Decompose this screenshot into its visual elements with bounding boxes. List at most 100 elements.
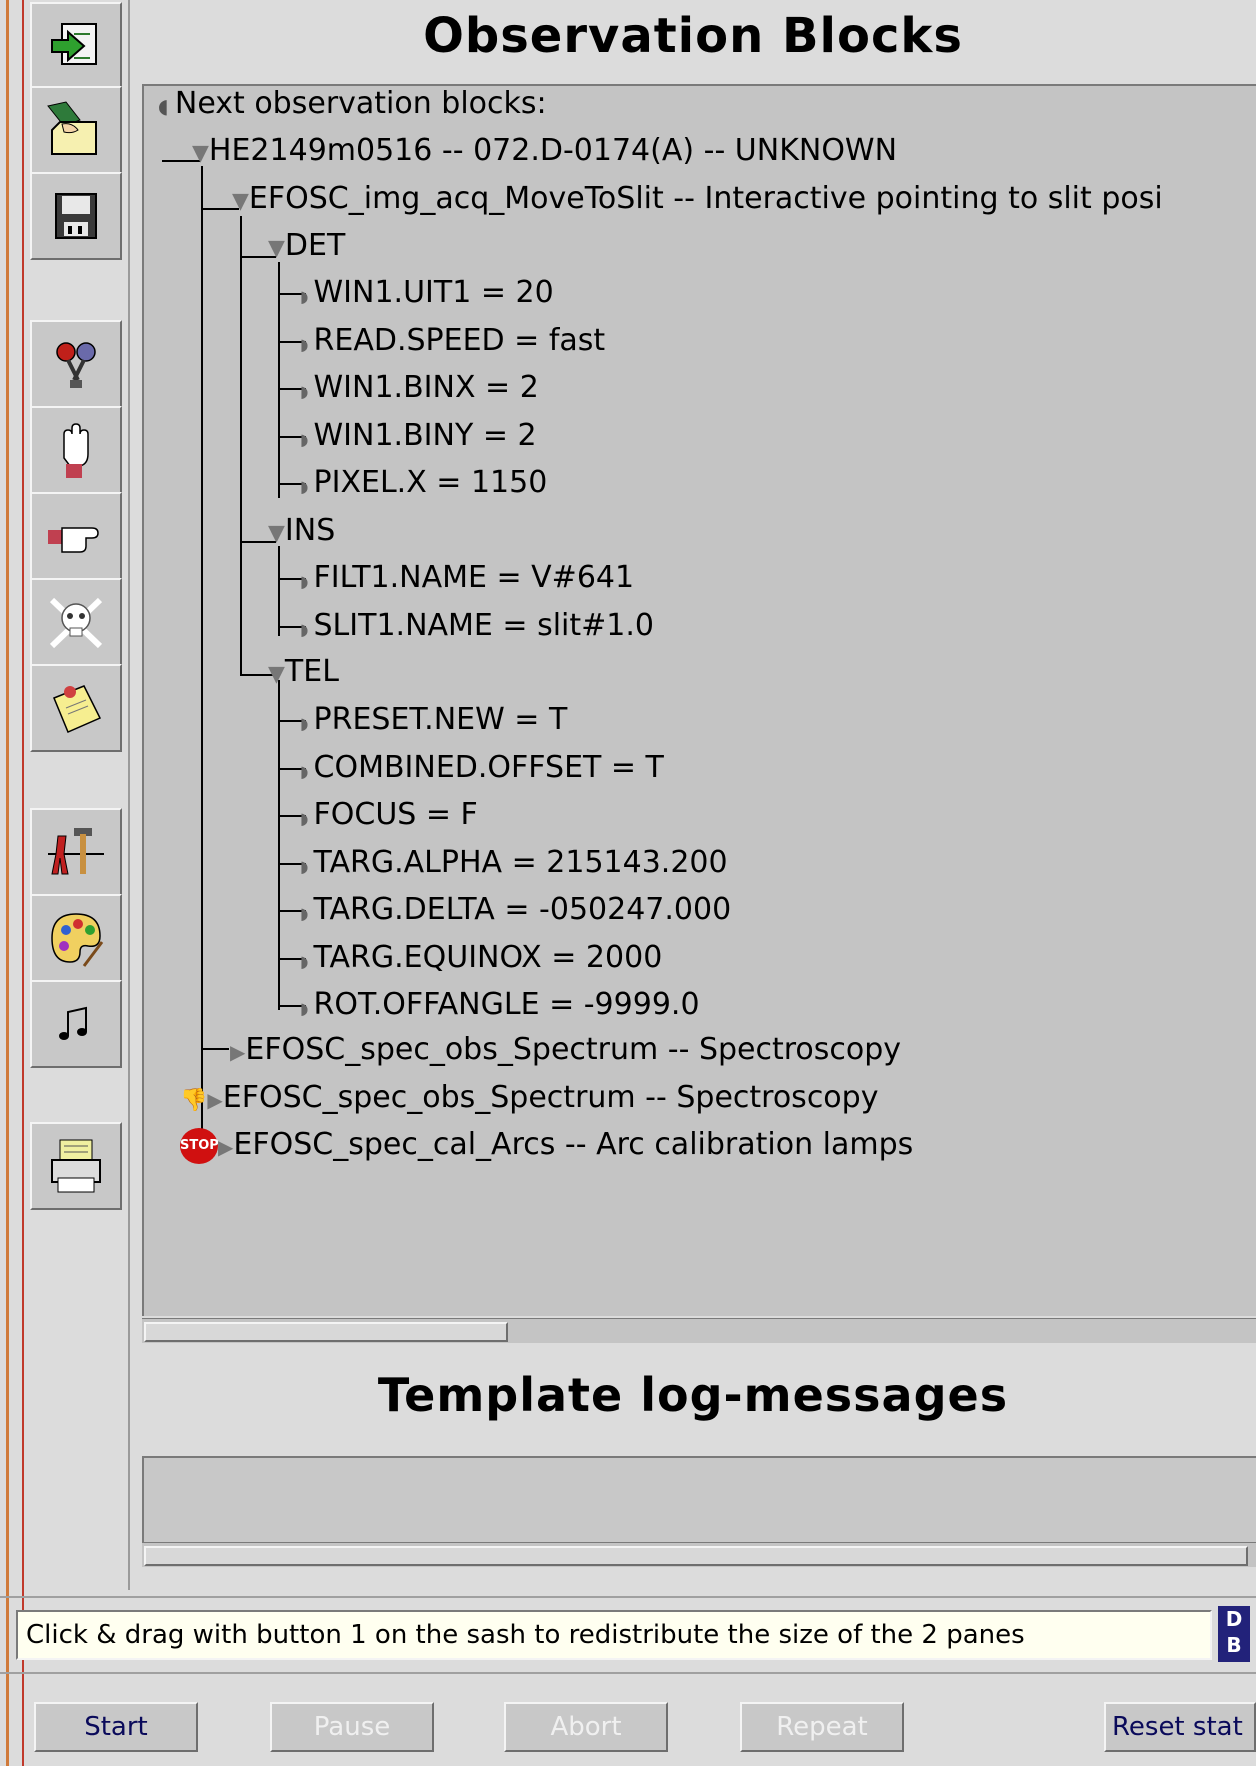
observation-blocks-title: Observation Blocks <box>423 8 963 64</box>
print-button[interactable] <box>30 1122 122 1210</box>
window-left-stripe <box>6 0 9 1766</box>
music-button[interactable] <box>30 980 122 1068</box>
det-param-item[interactable]: ◗ PIXEL.X = 1150 <box>300 465 547 505</box>
toolbar-gap <box>30 262 122 322</box>
root-bullet-icon: ◖ <box>158 94 175 118</box>
tel-param-item[interactable]: ◗ COMBINED.OFFSET = T <box>300 750 664 790</box>
raised-hand-icon <box>63 423 89 478</box>
leaf-bullet-icon: ◗ <box>300 619 314 639</box>
det-param-item[interactable]: ◗ READ.SPEED = fast <box>300 323 605 363</box>
music-note-icon <box>59 1006 87 1040</box>
leaf-bullet-icon: ◗ <box>300 761 314 781</box>
leaf-bullet-icon: ◗ <box>300 572 314 591</box>
save-button[interactable] <box>30 172 122 260</box>
microphones-button[interactable] <box>30 320 122 408</box>
abort-button[interactable]: Abort <box>504 1702 668 1752</box>
toolbar-gap <box>30 752 122 812</box>
collapsed-triangle-icon: ▶ <box>230 1040 246 1064</box>
ins-param-item[interactable]: ◗ SLIT1.NAME = slit#1.0 <box>300 608 654 648</box>
scroll-thumb[interactable] <box>144 1322 508 1342</box>
tel-param-item[interactable]: ◗ PRESET.NEW = T <box>300 702 567 742</box>
leaf-bullet-icon: ◗ <box>300 809 314 828</box>
tree-root[interactable]: ◖ Next observation blocks: <box>158 86 547 124</box>
expand-triangle-icon: ▼ <box>232 189 249 214</box>
log-messages-box[interactable] <box>142 1456 1256 1542</box>
tree-connector <box>278 262 280 498</box>
template-node-4[interactable]: STOP▶EFOSC_spec_cal_Arcs -- Arc calibrat… <box>180 1127 913 1165</box>
collapsed-triangle-icon: ▶ <box>218 1135 234 1159</box>
thumbs-down-icon: 👎 <box>180 1088 208 1113</box>
ob-tree[interactable]: ◖ Next observation blocks: ▼HE2149m0516 … <box>142 84 1256 1316</box>
expand-triangle-icon: ▼ <box>268 236 285 261</box>
tel-param-item[interactable]: ◗ FOCUS = F <box>300 797 478 837</box>
sticky-note-button[interactable] <box>30 664 122 752</box>
reset-status-button[interactable]: Reset stat <box>1104 1702 1256 1752</box>
raised-hand-button[interactable] <box>30 406 122 494</box>
leaf-bullet-icon: ◗ <box>300 714 314 733</box>
skull-crossbones-icon <box>49 597 103 649</box>
load-ob-button[interactable] <box>30 2 122 90</box>
vertical-toolbar <box>24 0 130 1590</box>
repeat-button[interactable]: Repeat <box>740 1702 904 1752</box>
collapsed-triangle-icon: ▶ <box>207 1088 223 1112</box>
tree-connector <box>201 1048 229 1050</box>
leaf-bullet-icon: ◗ <box>300 382 314 401</box>
det-param-item[interactable]: ◗ WIN1.BINY = 2 <box>300 418 537 458</box>
log-hscrollbar[interactable] <box>142 1542 1256 1567</box>
tel-param-item[interactable]: ◗ TARG.EQUINOX = 2000 <box>300 940 662 980</box>
window-left-border <box>0 0 24 1766</box>
template-node-3[interactable]: 👎▶EFOSC_spec_obs_Spectrum -- Spectroscop… <box>180 1080 878 1119</box>
template-node[interactable]: ▼EFOSC_img_acq_MoveToSlit -- Interactive… <box>232 181 1163 220</box>
kill-button[interactable] <box>30 578 122 666</box>
det-param-item[interactable]: ◗ WIN1.UIT1 = 20 <box>300 275 554 315</box>
separator <box>0 1596 1256 1598</box>
palette-button[interactable] <box>30 894 122 982</box>
ob-node[interactable]: ▼HE2149m0516 -- 072.D-0174(A) -- UNKNOWN <box>192 133 897 172</box>
tel-param-item[interactable]: ◗ TARG.ALPHA = 215143.200 <box>300 845 728 885</box>
leaf-bullet-icon: ◗ <box>300 477 314 496</box>
leaf-bullet-icon: ◗ <box>300 334 314 354</box>
template-node-2[interactable]: ▶EFOSC_spec_obs_Spectrum -- Spectroscopy <box>230 1032 901 1070</box>
leaf-bullet-icon: ◗ <box>300 999 314 1018</box>
ins-param-item[interactable]: ◗ FILT1.NAME = V#641 <box>300 560 634 600</box>
tree-connector <box>240 216 242 674</box>
palette-icon <box>51 913 104 967</box>
toolbar-gap <box>30 1070 122 1130</box>
leaf-bullet-icon: ◗ <box>300 904 314 923</box>
tree-connector <box>201 166 203 1152</box>
separator <box>0 1672 1256 1674</box>
template-log-title: Template log-messages <box>377 1368 1009 1422</box>
printer-icon <box>51 1139 101 1193</box>
status-bar: Click & drag with button 1 on the sash t… <box>16 1610 1212 1660</box>
tree-connector <box>278 546 280 636</box>
ins-node[interactable]: ▼INS <box>268 513 335 552</box>
main-area: Observation Blocks ◖ Next observation bl… <box>130 0 1256 1590</box>
expand-triangle-icon: ▼ <box>192 141 209 166</box>
stop-icon: STOP <box>180 1127 219 1164</box>
leaf-bullet-icon: ◗ <box>300 287 314 306</box>
leaf-bullet-icon: ◗ <box>300 429 314 449</box>
tools-button[interactable] <box>30 808 122 896</box>
leaf-bullet-icon: ◗ <box>300 951 314 971</box>
load-ob-icon <box>51 23 97 65</box>
hand-folder-button[interactable] <box>30 86 122 174</box>
tel-node[interactable]: ▼TEL <box>268 654 339 693</box>
tools-icon <box>48 828 104 875</box>
pointing-hand-button[interactable] <box>30 492 122 580</box>
tree-hscrollbar[interactable] <box>142 1318 1256 1343</box>
pause-button[interactable]: Pause <box>270 1702 434 1752</box>
save-disk-icon <box>55 193 97 239</box>
leaf-bullet-icon: ◗ <box>300 856 314 876</box>
microphones-icon <box>56 342 96 388</box>
expand-triangle-icon: ▼ <box>268 662 285 687</box>
tree-connector <box>278 680 280 1010</box>
scroll-thumb[interactable] <box>144 1546 1248 1566</box>
det-param-item[interactable]: ◗ WIN1.BINX = 2 <box>300 370 539 410</box>
start-button[interactable]: Start <box>34 1702 198 1752</box>
tel-param-item[interactable]: ◗ ROT.OFFANGLE = -9999.0 <box>300 987 700 1027</box>
expand-triangle-icon: ▼ <box>268 521 285 546</box>
det-node[interactable]: ▼DET <box>268 228 345 267</box>
hand-folder-icon <box>47 101 97 155</box>
tel-param-item[interactable]: ◗ TARG.DELTA = -050247.000 <box>300 892 731 932</box>
db-icon[interactable]: D B <box>1218 1606 1250 1662</box>
